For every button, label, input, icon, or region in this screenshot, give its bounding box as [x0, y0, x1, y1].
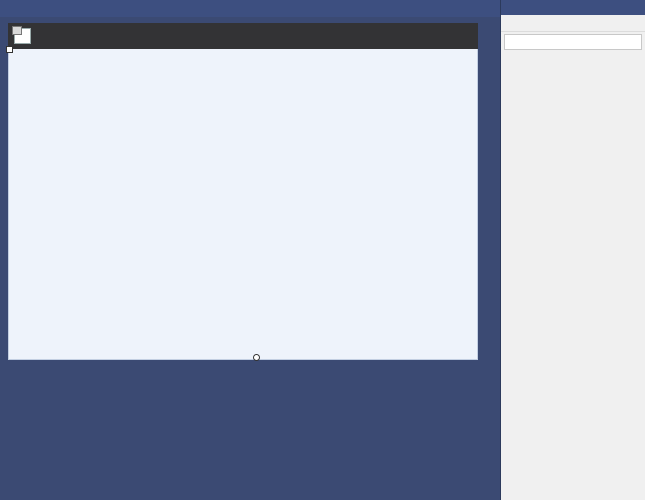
editor-tab-bar: [0, 0, 500, 17]
form-title-bar: [8, 23, 478, 49]
designer-surface: [0, 17, 500, 500]
solution-explorer-panel: [500, 0, 645, 500]
design-form: [6, 23, 478, 368]
form-canvas[interactable]: [6, 46, 478, 361]
resize-grip-bottom[interactable]: [253, 354, 260, 361]
solution-explorer-title: [501, 0, 645, 15]
resize-grip-top-left[interactable]: [6, 46, 13, 53]
solution-explorer-search-input[interactable]: [504, 34, 642, 50]
form-window-icon: [12, 26, 31, 44]
solution-explorer-toolbar: [501, 15, 645, 32]
solution-tree: [501, 52, 645, 499]
app-window: [0, 0, 645, 500]
